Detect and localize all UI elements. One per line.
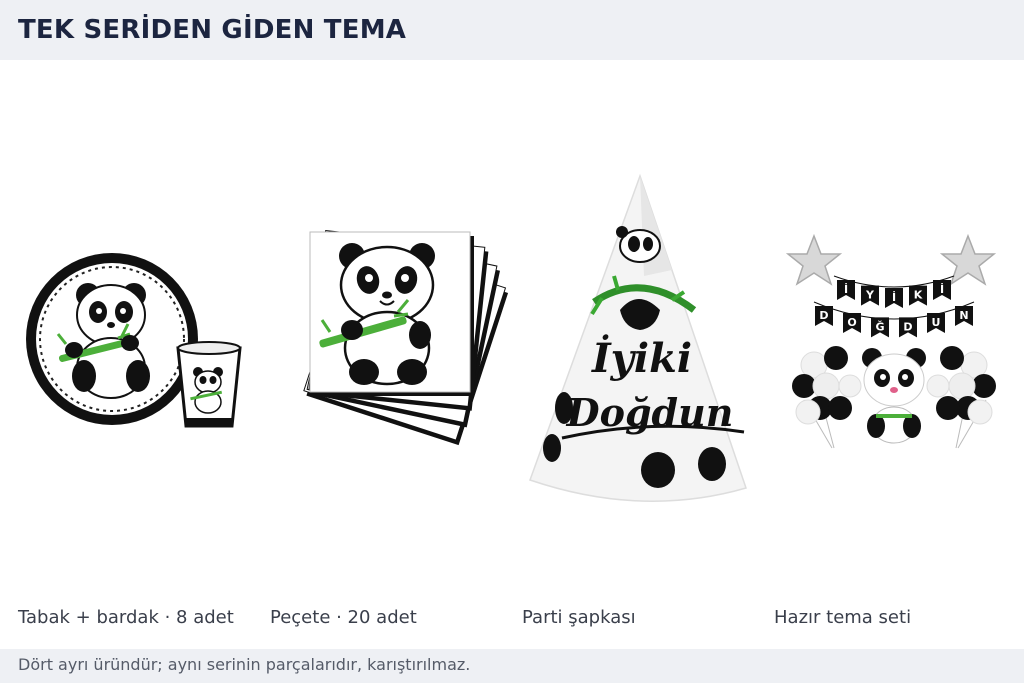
banner-letter: O (847, 316, 856, 329)
page-footer: Dört ayrı üründür; aynı serinin parçalar… (0, 649, 1024, 683)
banner-letter: Ğ (875, 320, 884, 333)
hat-text-line1: İyiki (591, 335, 692, 382)
banner-pennant: O (843, 313, 861, 334)
page-header: TEK SERİDEN GİDEN TEMA (0, 0, 1024, 60)
panda-napkins-image (303, 229, 509, 446)
banner-pennant: D (899, 317, 917, 338)
banner-pennant: K (909, 285, 927, 306)
balloon-set-image: İ Y İ K İ D O Ğ D U N (785, 233, 997, 449)
banner-letter: D (819, 309, 828, 322)
banner-letter: İ (940, 282, 944, 296)
caption-theme-set: Hazır tema seti (774, 607, 912, 628)
banner-letter: Y (865, 289, 875, 302)
banner-pennant: Y (861, 285, 879, 306)
banner-pennant: İ (837, 280, 855, 300)
banner-pennant: İ (933, 280, 951, 300)
product-card-party-hat[interactable]: İyiki Doğdun (522, 150, 767, 590)
caption-plate-cup: Tabak + bardak · 8 adet (18, 607, 234, 628)
banner-letter: N (959, 309, 968, 322)
banner-pennant: İ (885, 288, 903, 308)
banner-letter: U (932, 316, 941, 329)
banner-letter: İ (844, 282, 848, 296)
banner-pennant: U (927, 313, 945, 334)
banner-pennant: Ğ (871, 317, 889, 338)
panda-plate-cup-image (26, 253, 242, 428)
product-card-plate-cup[interactable] (18, 150, 263, 590)
banner-letter: İ (892, 290, 896, 304)
caption-napkins: Peçete · 20 adet (270, 607, 417, 628)
product-card-theme-set[interactable]: İ Y İ K İ D O Ğ D U N (774, 150, 1019, 590)
banner-letter: D (903, 320, 912, 333)
footer-note: Dört ayrı üründür; aynı serinin parçalar… (18, 655, 471, 674)
page-title: TEK SERİDEN GİDEN TEMA (18, 15, 407, 45)
banner-pennant: N (955, 306, 973, 326)
banner-pennant: D (815, 306, 833, 326)
banner-letter: K (914, 289, 923, 302)
product-card-napkins[interactable] (270, 150, 515, 590)
party-hat-image: İyiki Doğdun (529, 173, 747, 502)
caption-party-hat: Parti şapkası (522, 607, 636, 628)
